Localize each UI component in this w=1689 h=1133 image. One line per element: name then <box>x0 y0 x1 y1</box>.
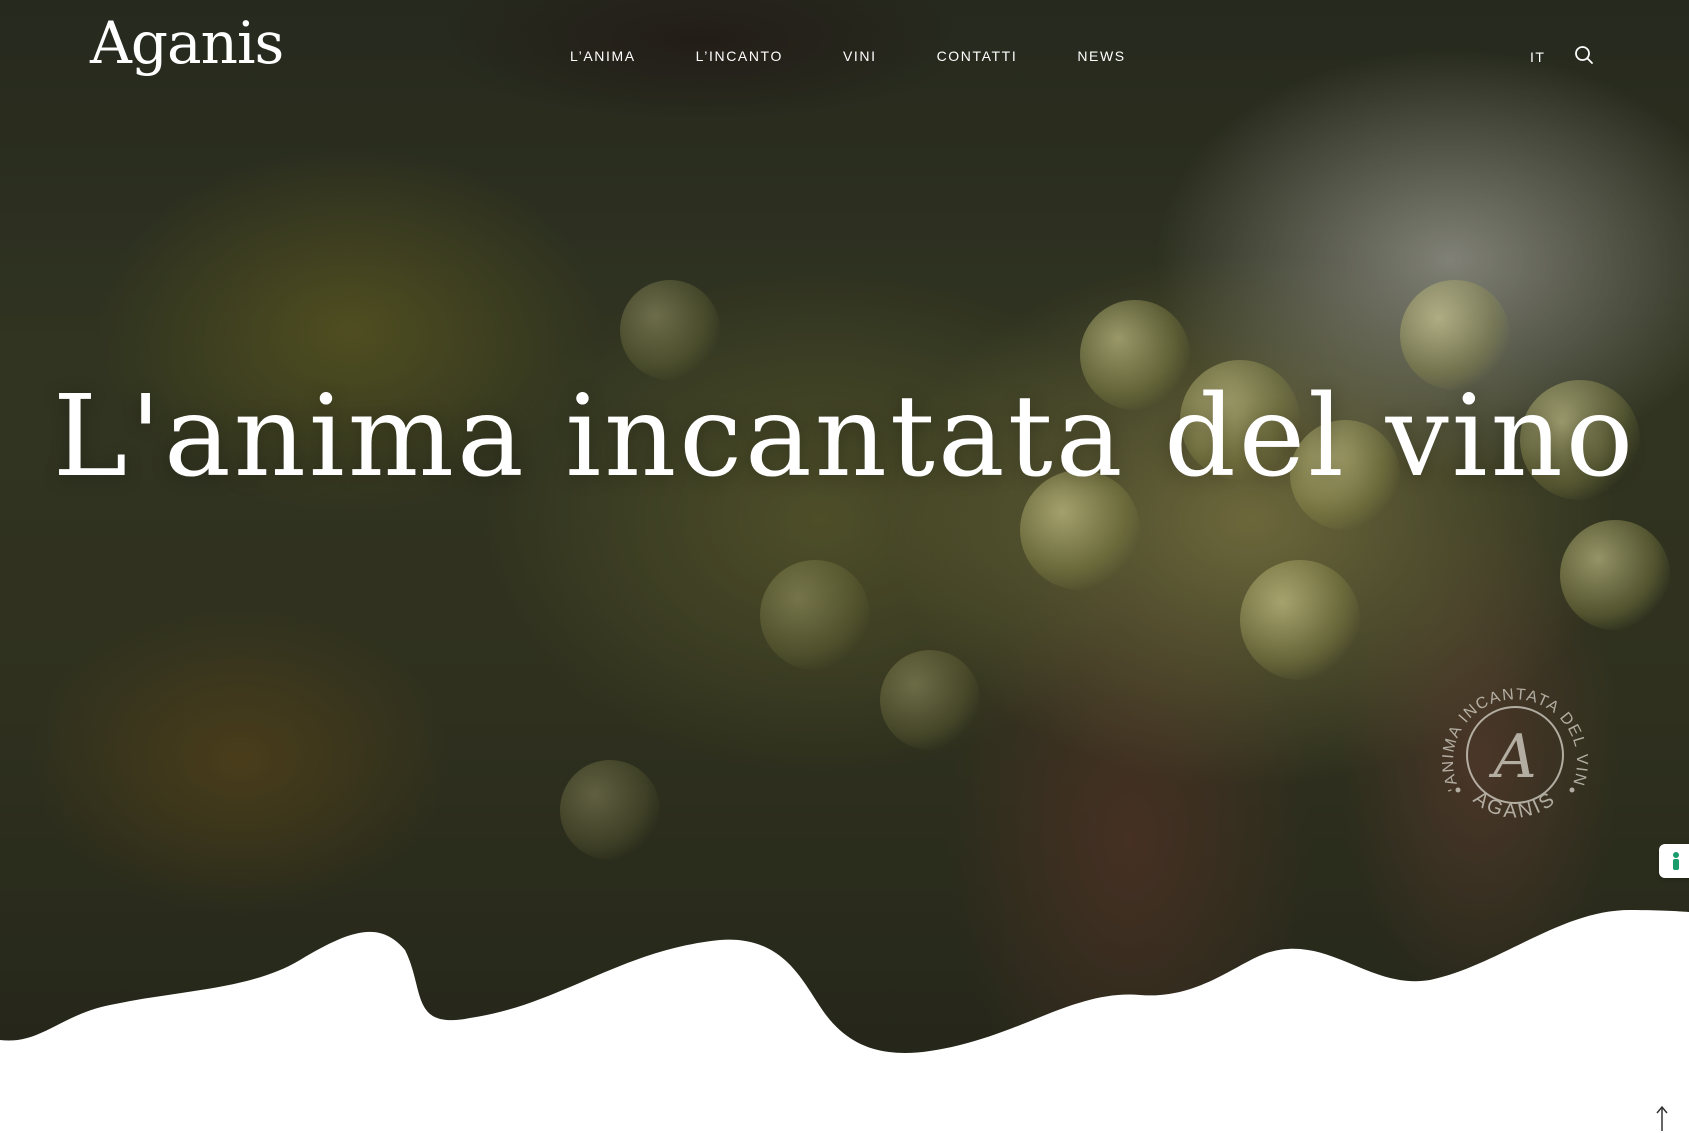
nav-item-vini[interactable]: VINI <box>843 47 877 65</box>
privacy-settings-tab[interactable] <box>1659 844 1689 878</box>
nav-item-contatti[interactable]: CONTATTI <box>937 47 1018 65</box>
wave-divider <box>0 910 1689 1133</box>
grape-decoration <box>1560 520 1670 630</box>
scroll-to-top-button[interactable] <box>1652 1104 1672 1132</box>
hero-title: L'anima incantata del vino <box>52 372 1637 502</box>
main-nav: L’ANIMA L’INCANTO VINI CONTATTI NEWS <box>570 47 1186 65</box>
arrow-up-icon <box>1656 1105 1668 1131</box>
page: Aganis L’ANIMA L’INCANTO VINI CONTATTI N… <box>0 0 1689 1133</box>
language-switcher[interactable]: IT <box>1530 49 1545 65</box>
nav-item-news[interactable]: NEWS <box>1077 47 1125 65</box>
nav-item-lanima[interactable]: L’ANIMA <box>570 47 636 65</box>
nav-item-lincanto[interactable]: L’INCANTO <box>696 47 783 65</box>
grape-decoration <box>1240 560 1360 680</box>
grape-decoration <box>620 280 720 380</box>
svg-text:AGANIS: AGANIS <box>1469 787 1561 823</box>
site-logo[interactable]: Aganis <box>90 14 284 72</box>
search-icon[interactable] <box>1574 45 1594 65</box>
grape-decoration <box>760 560 870 670</box>
aganis-badge-logo: L'ANIMA INCANTATA DEL VINO AGANIS A <box>1423 657 1600 840</box>
svg-text:A: A <box>1488 722 1536 792</box>
site-header: Aganis L’ANIMA L’INCANTO VINI CONTATTI N… <box>0 0 1689 120</box>
privacy-icon <box>1673 852 1679 870</box>
grape-decoration <box>880 650 980 750</box>
